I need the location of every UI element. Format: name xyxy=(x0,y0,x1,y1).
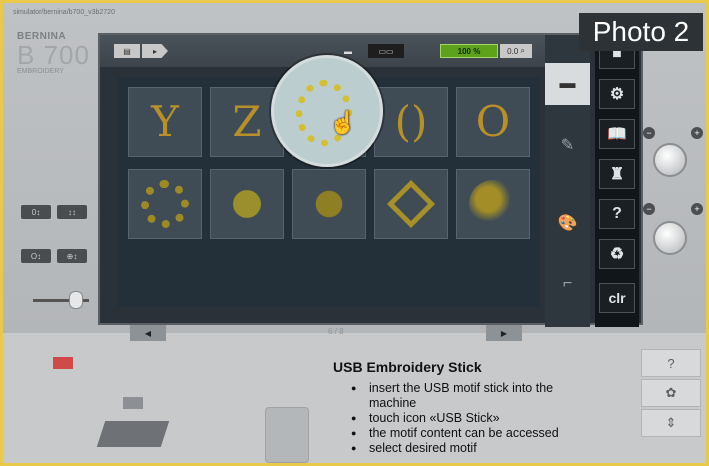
display-mode-icon[interactable]: ▭▭ xyxy=(368,44,404,58)
function-column: ■ ⚙ 📖 ♜ ? ♻ clr xyxy=(595,35,639,327)
edit-pencil-icon[interactable]: ✎ xyxy=(545,135,590,155)
motif-tile-1[interactable]: Y xyxy=(128,87,202,157)
save-icon[interactable]: ▬ xyxy=(340,44,356,58)
motif-leaves-icon xyxy=(469,180,517,228)
stitch-length-knob[interactable] xyxy=(653,221,687,255)
zoom-indicator[interactable]: 100 % xyxy=(440,44,498,58)
motif-tile-5[interactable]: O xyxy=(456,87,530,157)
search-label: 0.0 xyxy=(507,46,519,56)
folder-icon[interactable]: ▤ xyxy=(114,44,140,58)
search-button[interactable]: 0.0 ⌕ xyxy=(500,44,532,58)
help-icon[interactable]: ? xyxy=(599,199,635,229)
eco-icon[interactable]: ♻ xyxy=(599,239,635,269)
knob-upper-plus-icon[interactable]: + xyxy=(691,127,703,139)
motif-tile-9[interactable] xyxy=(374,169,448,239)
motif-o-icon: O xyxy=(475,97,511,146)
folder-tab-icon: ▬ xyxy=(559,75,576,92)
instruction-item: select desired motif xyxy=(351,441,603,456)
color-palette-icon[interactable]: 🎨 xyxy=(545,213,590,233)
settings-icon[interactable]: ⚙ xyxy=(599,79,635,109)
simulator-url: simulator/bernina/b700_v3b2720 xyxy=(13,9,115,16)
motif-tile-6[interactable] xyxy=(128,169,202,239)
left-button-2[interactable]: ↕↕ xyxy=(57,205,87,219)
motif-y-icon: Y xyxy=(151,97,179,146)
breadcrumb-folder-icon[interactable]: ▸ xyxy=(142,44,168,58)
speed-slider-handle[interactable] xyxy=(69,291,83,309)
page-next-button[interactable]: ▶ xyxy=(486,325,522,341)
hand-cursor-icon: ☝ xyxy=(329,110,357,135)
motif-parentheses-icon: () xyxy=(394,97,428,146)
instruction-list: insert the USB motif stick into the mach… xyxy=(333,381,603,456)
left-button-1[interactable]: 0↕ xyxy=(21,205,51,219)
clr-button[interactable]: clr xyxy=(599,283,635,313)
instruction-item: insert the USB motif stick into the mach… xyxy=(351,381,603,411)
instruction-title: USB Embroidery Stick xyxy=(333,359,482,375)
instruction-panel: USB Embroidery Stick insert the USB moti… xyxy=(333,359,603,456)
brand-model: B 700 xyxy=(17,40,90,70)
motif-diamond-icon xyxy=(386,179,436,229)
photo-label: Photo 2 xyxy=(579,13,703,51)
stitch-icon[interactable]: ⌐ xyxy=(545,275,590,293)
motif-z-icon: Z xyxy=(232,97,262,146)
help-button[interactable]: ? xyxy=(641,349,701,377)
left-button-3[interactable]: O↕ xyxy=(21,249,51,263)
stitch-width-knob[interactable] xyxy=(653,143,687,177)
needle-position-button[interactable]: ⇕ xyxy=(641,409,701,437)
page-indicator: 6 / 8 xyxy=(328,327,344,336)
motif-butterfly-wreath-icon xyxy=(141,180,189,228)
instruction-item: the motif content can be accessed xyxy=(351,426,603,441)
usb-stick-icon xyxy=(96,421,170,447)
left-button-4[interactable]: ⊕↕ xyxy=(57,249,87,263)
magnifier-lens: ☝ xyxy=(271,55,383,167)
tutorial-icon[interactable]: 📖 xyxy=(599,119,635,149)
motif-tile-10[interactable] xyxy=(456,169,530,239)
motif-tile-4[interactable]: () xyxy=(374,87,448,157)
motif-tile-7[interactable] xyxy=(210,169,284,239)
creative-consultant-icon[interactable]: ♜ xyxy=(599,159,635,189)
instruction-item: touch icon «USB Stick» xyxy=(351,411,603,426)
simulator-frame: simulator/bernina/b700_v3b2720 BERNINA B… xyxy=(0,0,709,466)
pattern-button[interactable]: ✿ xyxy=(641,379,701,407)
motif-tile-8[interactable] xyxy=(292,169,366,239)
usb-port-icon xyxy=(123,397,143,409)
presser-foot-icon xyxy=(265,407,309,463)
search-icon: ⌕ xyxy=(520,46,525,55)
motif-bell-icon xyxy=(223,180,271,228)
page-prev-button[interactable]: ◀ xyxy=(130,325,166,341)
knob-lower-plus-icon[interactable]: + xyxy=(691,203,703,215)
tab-folder[interactable]: ▬ xyxy=(545,63,590,105)
knob-upper-minus-icon[interactable]: − xyxy=(643,127,655,139)
knob-lower-minus-icon[interactable]: − xyxy=(643,203,655,215)
brand-logo: BERNINA B 700 EMBROIDERY xyxy=(17,31,90,75)
motif-bell-butterfly-icon xyxy=(305,180,353,228)
needle-stop-button[interactable] xyxy=(53,357,73,369)
